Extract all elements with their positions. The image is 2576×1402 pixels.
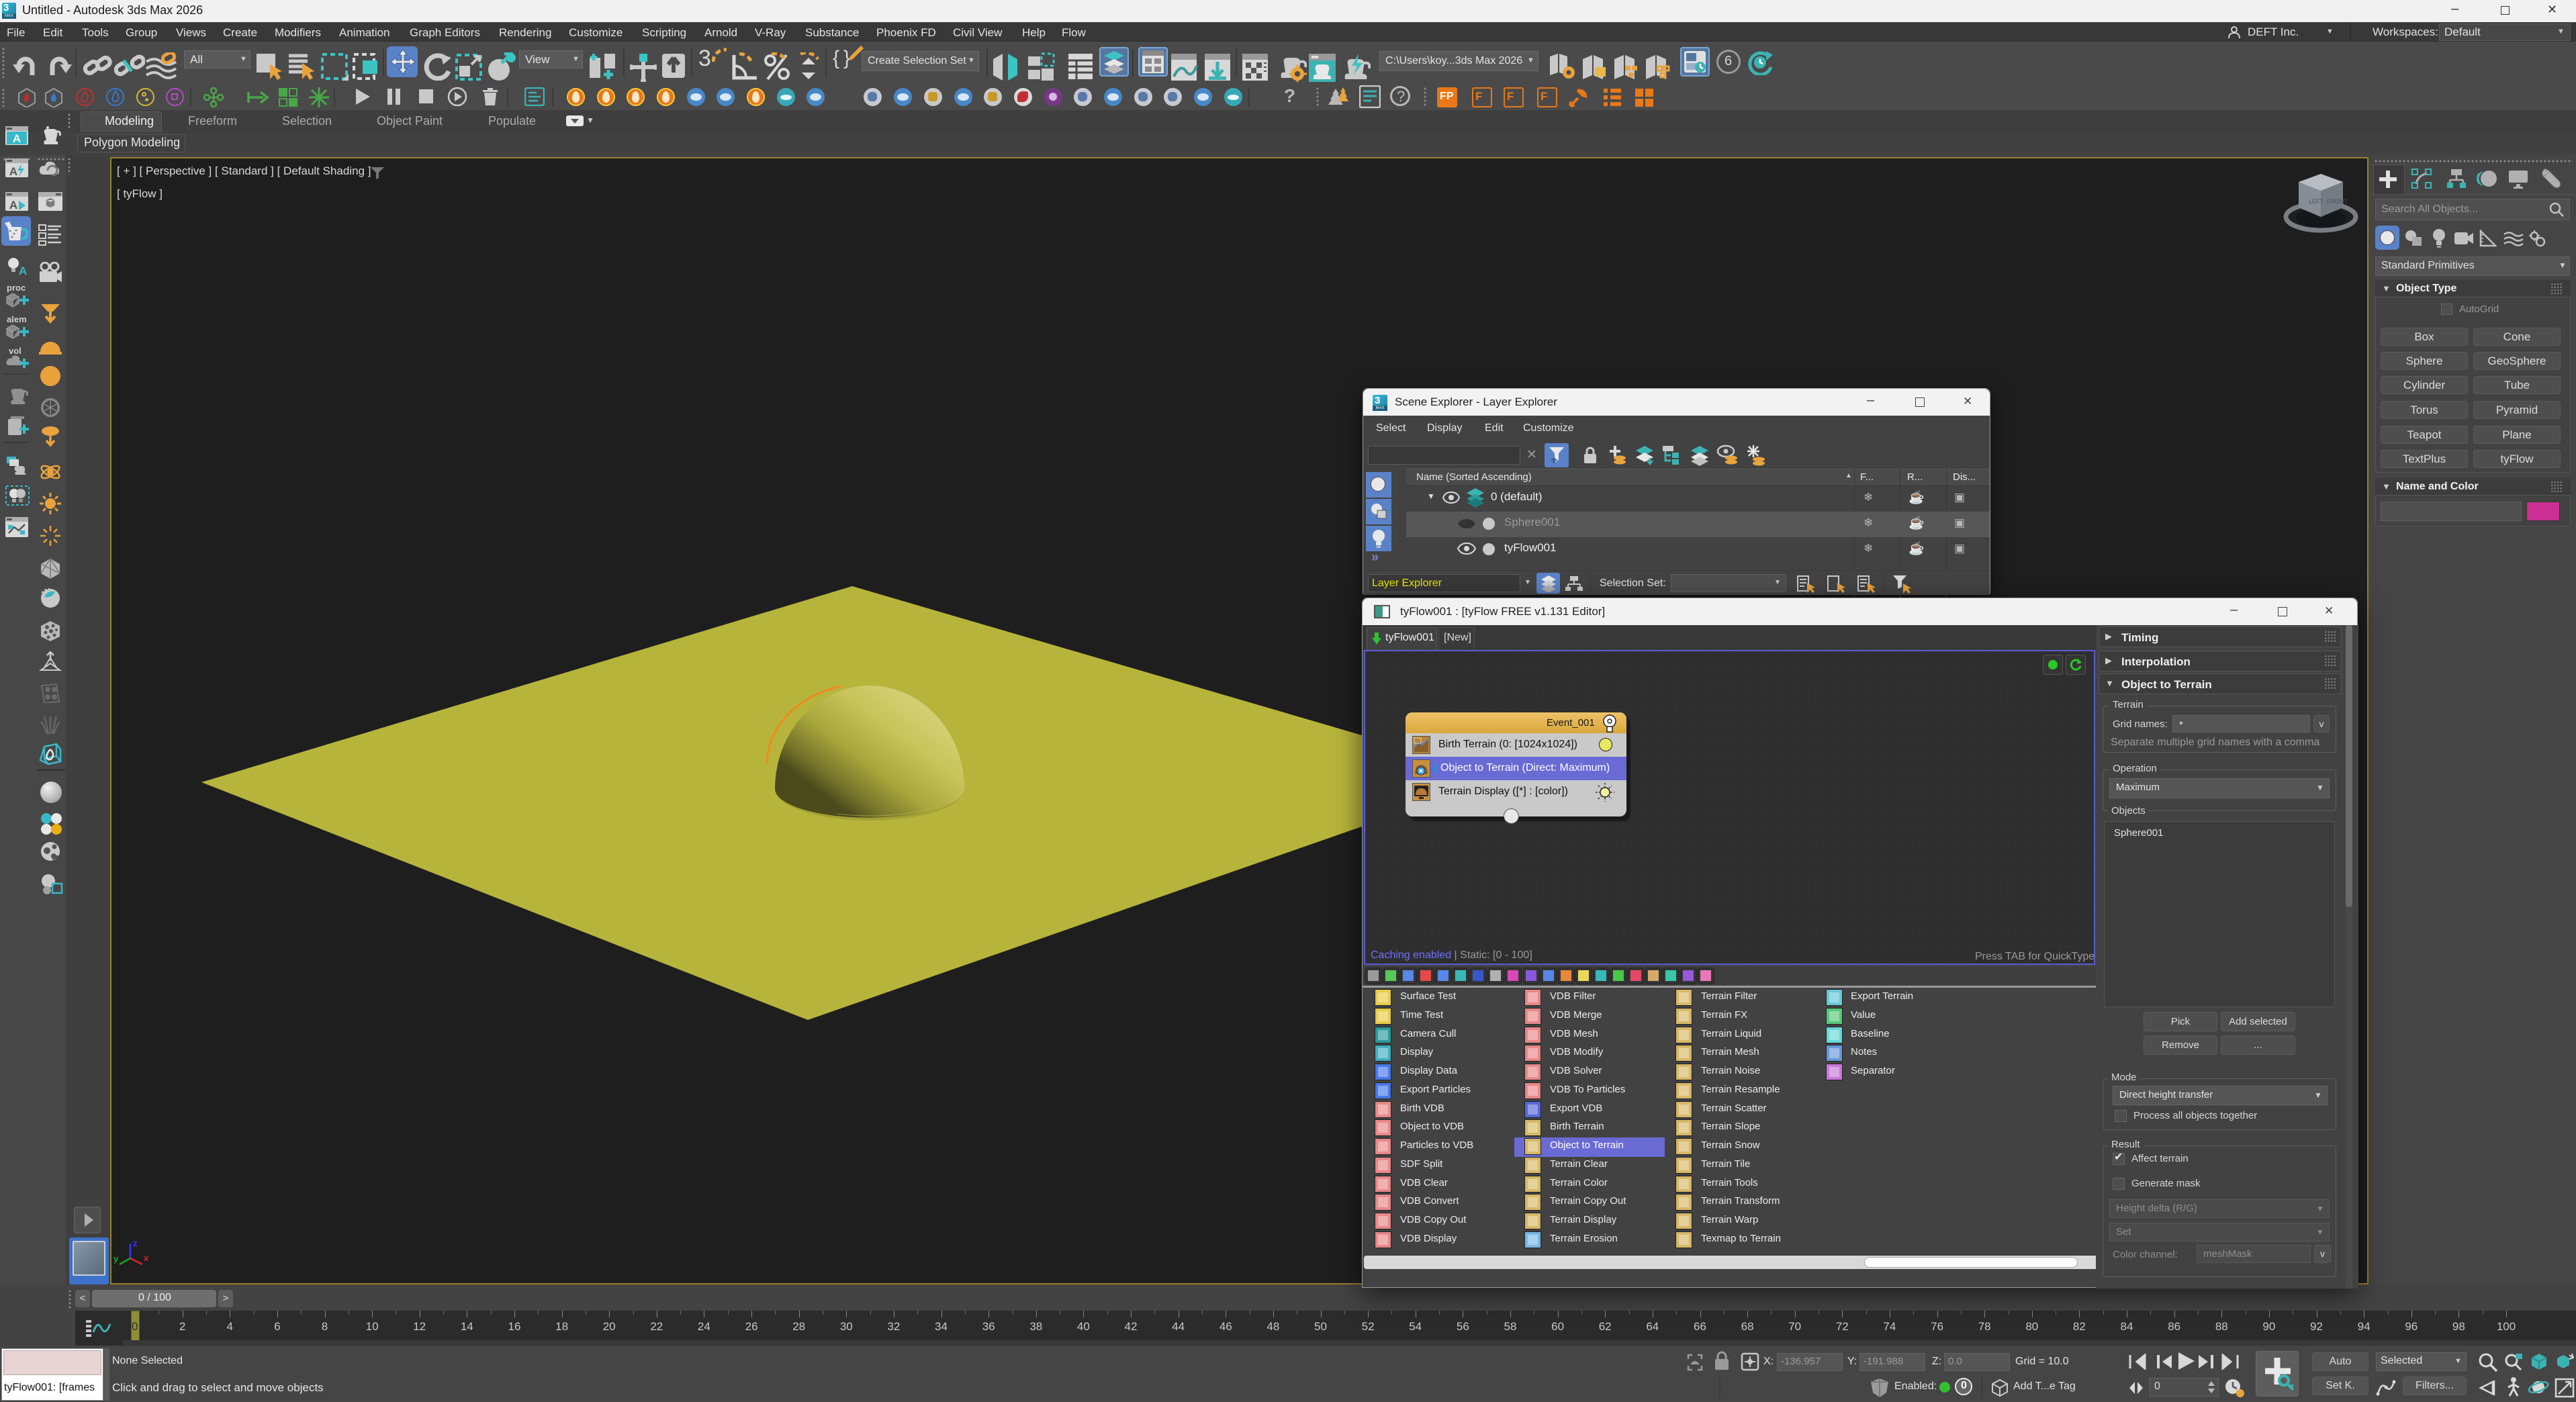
- svg-text:A: A: [19, 265, 27, 277]
- svg-text:y: y: [113, 1254, 119, 1264]
- svg-text:x: x: [144, 1253, 149, 1263]
- svg-text:FRONT: FRONT: [2327, 198, 2348, 205]
- svg-text:A: A: [9, 165, 17, 177]
- svg-text:z: z: [133, 1240, 138, 1248]
- svg-text:A: A: [13, 132, 21, 145]
- svg-text:A: A: [9, 199, 17, 211]
- svg-text:LEFT: LEFT: [2309, 198, 2324, 205]
